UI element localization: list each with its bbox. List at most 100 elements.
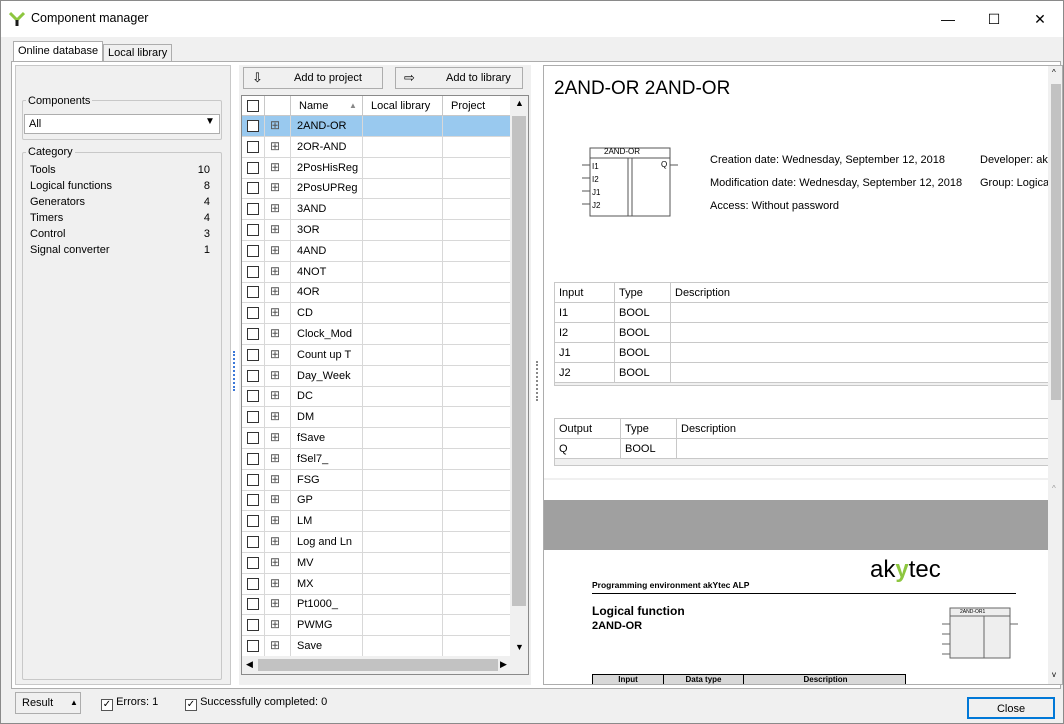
splitter-handle-2[interactable] xyxy=(536,361,538,401)
list-item[interactable]: ⊞ Pt1000_ xyxy=(242,594,510,616)
errors-checkbox[interactable]: ✓ xyxy=(101,699,113,711)
column-header-project[interactable]: Project xyxy=(442,96,510,116)
row-checkbox[interactable] xyxy=(247,536,259,548)
tab-online-database[interactable]: Online database xyxy=(13,41,104,62)
success-filter[interactable]: ✓ Successfully completed: 0 xyxy=(185,696,327,711)
preview-scroll-up-icon[interactable]: ^ xyxy=(1052,484,1056,493)
splitter-handle[interactable] xyxy=(233,351,235,391)
scroll-right-icon[interactable]: ▶ xyxy=(500,659,507,670)
list-item[interactable]: ⊞ fSel7_ xyxy=(242,448,510,470)
list-horizontal-scrollbar[interactable]: ◀ ▶ xyxy=(242,656,528,674)
errors-filter[interactable]: ✓ Errors: 1 xyxy=(101,696,158,711)
row-checkbox[interactable] xyxy=(247,286,259,299)
list-vertical-scrollbar[interactable]: ▲ ▼ xyxy=(510,96,528,656)
list-item[interactable]: ⊞ LM xyxy=(242,511,510,533)
table-cell xyxy=(671,323,1055,343)
list-item[interactable]: ⊞ 3OR xyxy=(242,220,510,241)
list-item[interactable]: ⊞ Clock_Mod xyxy=(242,324,510,345)
row-checkbox[interactable] xyxy=(247,120,259,132)
row-checkbox[interactable] xyxy=(247,244,259,257)
category-item[interactable]: Logical functions 8 xyxy=(30,180,214,196)
row-checkbox[interactable] xyxy=(247,598,259,611)
row-checkbox[interactable] xyxy=(247,369,259,382)
list-item[interactable]: ⊞ 2AND-OR xyxy=(242,116,510,137)
category-item[interactable]: Control 3 xyxy=(30,228,214,244)
column-header-name[interactable]: Name ▲ xyxy=(290,96,362,116)
row-project xyxy=(442,615,510,636)
category-item[interactable]: Signal converter 1 xyxy=(30,244,214,260)
row-checkbox[interactable] xyxy=(247,452,259,465)
close-window-button[interactable]: ✕ xyxy=(1017,1,1063,37)
row-checkbox[interactable] xyxy=(247,203,259,216)
list-item[interactable]: ⊞ 4NOT xyxy=(242,261,510,283)
detail-scrollbar[interactable]: ^ xyxy=(1048,66,1062,478)
detail-scrollbar-thumb[interactable] xyxy=(1051,84,1061,400)
row-checkbox[interactable] xyxy=(247,390,259,403)
list-item[interactable]: ⊞ MX xyxy=(242,573,510,595)
select-all-checkbox[interactable] xyxy=(247,100,259,112)
row-checkbox[interactable] xyxy=(247,265,259,278)
row-checkbox[interactable] xyxy=(247,515,259,528)
minimize-button[interactable]: — xyxy=(925,1,971,37)
list-item[interactable]: ⊞ Day_Week xyxy=(242,365,510,387)
row-local-library xyxy=(362,636,442,656)
preview-scrollbar[interactable]: ^ v xyxy=(1048,480,1062,684)
row-checkbox[interactable] xyxy=(247,556,259,569)
row-checkbox[interactable] xyxy=(247,411,259,424)
row-checkbox[interactable] xyxy=(247,494,259,507)
category-item[interactable]: Tools 10 xyxy=(30,164,214,180)
scroll-up-icon[interactable]: ▲ xyxy=(515,98,524,108)
list-item[interactable]: ⊞ DM xyxy=(242,407,510,429)
list-item[interactable]: ⊞ 4OR xyxy=(242,282,510,304)
maximize-button[interactable]: ☐ xyxy=(971,1,1017,37)
list-item[interactable]: ⊞ 2PosHisReg xyxy=(242,157,510,179)
row-checkbox[interactable] xyxy=(247,307,259,320)
column-header-local-library[interactable]: Local library xyxy=(362,96,442,116)
list-item[interactable]: ⊞ DC xyxy=(242,386,510,408)
hscrollbar-thumb[interactable] xyxy=(258,659,498,671)
row-checkbox[interactable] xyxy=(247,432,259,444)
category-item[interactable]: Timers 4 xyxy=(30,212,214,228)
row-checkbox[interactable] xyxy=(247,182,259,195)
row-checkbox[interactable] xyxy=(247,224,259,236)
row-checkbox[interactable] xyxy=(247,161,259,174)
list-rows: ⊞ 2AND-OR ⊞ 2OR-AND ⊞ 2PosHisReg ⊞ 2PosUPReg ⊞ 3A… xyxy=(242,116,510,657)
list-item[interactable]: ⊞ GP xyxy=(242,490,510,512)
row-checkbox[interactable] xyxy=(247,473,259,486)
list-item[interactable]: ⊞ Save xyxy=(242,636,510,657)
list-item[interactable]: ⊞ FSG xyxy=(242,469,510,491)
list-item[interactable]: ⊞ Count up T xyxy=(242,344,510,366)
row-checkbox[interactable] xyxy=(247,619,259,632)
row-checkbox[interactable] xyxy=(247,328,259,340)
list-item[interactable]: ⊞ MV xyxy=(242,552,510,574)
row-checkbox[interactable] xyxy=(247,140,259,153)
close-button[interactable]: Close xyxy=(967,697,1055,719)
row-name: 4AND xyxy=(290,240,362,261)
success-checkbox[interactable]: ✓ xyxy=(185,699,197,711)
category-name: Logical functions xyxy=(30,180,112,192)
category-item[interactable]: Generators 4 xyxy=(30,196,214,212)
add-to-library-button[interactable]: ⇨ Add to library xyxy=(395,67,523,89)
preview-scroll-down-icon[interactable]: v xyxy=(1052,670,1056,679)
list-item[interactable]: ⊞ 2PosUPReg xyxy=(242,178,510,200)
row-checkbox[interactable] xyxy=(247,348,259,361)
add-to-project-button[interactable]: ⇩ Add to project xyxy=(243,67,383,89)
result-dropdown[interactable]: Result ▲ xyxy=(15,692,81,714)
row-project xyxy=(442,116,510,136)
scroll-left-icon[interactable]: ◀ xyxy=(246,659,253,670)
list-item[interactable]: ⊞ fSave xyxy=(242,428,510,449)
list-item[interactable]: ⊞ 3AND xyxy=(242,199,510,221)
components-select[interactable]: All ▼ xyxy=(24,114,220,134)
scrollbar-thumb[interactable] xyxy=(512,116,526,606)
detail-scroll-up-icon[interactable]: ^ xyxy=(1052,68,1056,77)
tab-local-library[interactable]: Local library xyxy=(103,44,173,62)
row-checkbox[interactable] xyxy=(247,577,259,590)
list-item[interactable]: ⊞ Log and Ln xyxy=(242,532,510,553)
list-item[interactable]: ⊞ 4AND xyxy=(242,240,510,262)
row-checkbox[interactable] xyxy=(247,640,259,652)
list-item[interactable]: ⊞ 2OR-AND xyxy=(242,136,510,158)
list-item[interactable]: ⊞ PWMG xyxy=(242,615,510,637)
list-item[interactable]: ⊞ CD xyxy=(242,303,510,325)
scroll-down-icon[interactable]: ▼ xyxy=(515,642,524,652)
row-local-library xyxy=(362,303,442,324)
